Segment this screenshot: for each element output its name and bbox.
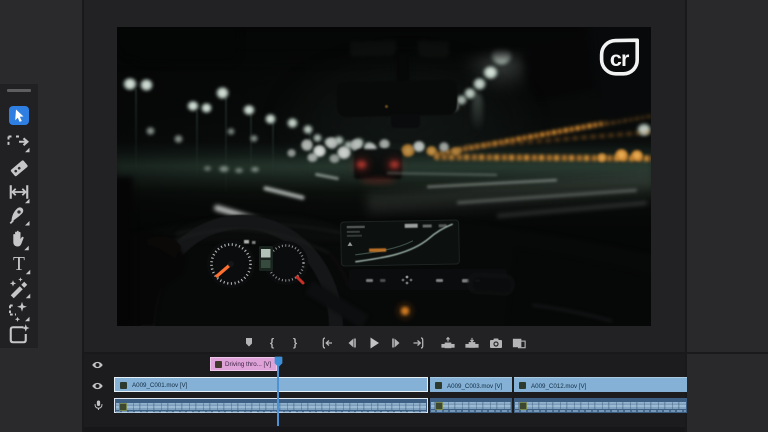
svg-text:T: T (13, 254, 25, 275)
svg-text:cr: cr (610, 47, 630, 71)
